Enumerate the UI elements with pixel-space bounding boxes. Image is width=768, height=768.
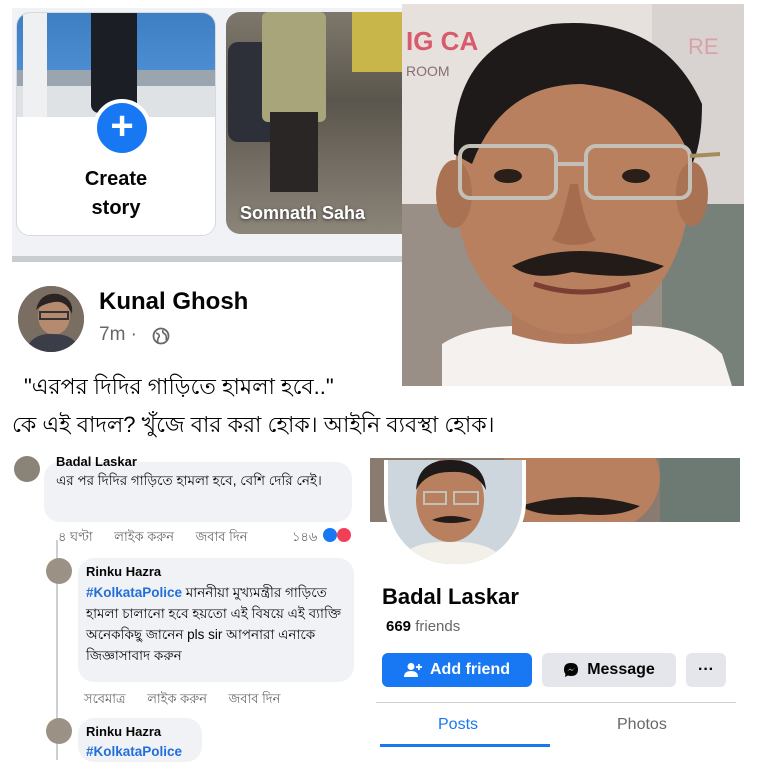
comment-bubble: Badal Laskar এর পর দিদির গাড়িতে হামলা হ… (44, 454, 352, 522)
more-options-button[interactable]: ··· (686, 653, 726, 687)
add-person-icon (404, 663, 422, 677)
comment-actions: সবেমাত্র লাইক করুন জবাব দিন (84, 690, 280, 711)
comment-text: এর পর দিদির গাড়িতে হামলা হবে, বেশি দেরি… (56, 473, 322, 488)
story-photo-legs (270, 112, 318, 192)
add-friend-button[interactable]: Add friend (382, 653, 532, 687)
more-dots-icon: ··· (698, 661, 714, 678)
hashtag-link[interactable]: #KolkataPolice (86, 585, 182, 600)
globe-icon (152, 327, 170, 345)
profile-tabs-divider (376, 702, 736, 703)
avatar[interactable] (18, 286, 84, 352)
sign-text-2: ROOM (406, 63, 450, 79)
create-story-label-line1: Create (84, 168, 148, 190)
create-story-photo-pillar (23, 13, 47, 117)
friends-number: 669 (386, 618, 412, 635)
comment-author[interactable]: Badal Laskar (56, 454, 137, 469)
add-friend-label: Add friend (430, 661, 510, 678)
message-button[interactable]: Message (542, 653, 676, 687)
commenter-avatar[interactable] (46, 718, 72, 744)
comment-time[interactable]: সবেমাত্র (84, 691, 126, 706)
friends-label: friends (411, 618, 461, 635)
commenter-avatar[interactable] (46, 558, 72, 584)
comment-author[interactable]: Rinku Hazra (86, 564, 161, 579)
message-label: Message (587, 661, 655, 678)
messenger-icon (564, 663, 579, 677)
post-headline-question: কে এই বাদল? খুঁজে বার করা হোক। আইনি ব্যব… (12, 412, 495, 437)
create-story-card[interactable]: + Create story (16, 12, 216, 236)
portrait-photo: IG CA ROOM RE (402, 4, 744, 386)
active-tab-indicator (380, 744, 550, 747)
plus-icon[interactable]: + (93, 99, 151, 157)
post-headline-quote: "এরপর দিদির গাড়িতে হামলা হবে.." (24, 374, 334, 399)
story-photo-person (262, 12, 326, 122)
comment-bubble: Rinku Hazra #KolkataPolice মাননীয়া মুখ্… (78, 558, 354, 682)
create-story-label-line2: story (91, 197, 141, 219)
avatar-image (18, 286, 84, 352)
commenter-avatar[interactable] (14, 456, 40, 482)
comment-actions: ৪ ঘণ্টা লাইক করুন জবাব দিন (58, 528, 247, 549)
reaction-icons (323, 528, 351, 542)
tab-photos[interactable]: Photos (617, 716, 667, 734)
story-card-somnath[interactable]: Somnath Saha (226, 12, 402, 234)
reaction-count[interactable]: ১৪৬ (292, 528, 317, 549)
reply-button[interactable]: জবাব দিন (196, 529, 248, 544)
portrait-illustration: IG CA ROOM RE (402, 4, 744, 386)
profile-picture-image (388, 460, 522, 564)
comment-bubble: Rinku Hazra #KolkataPolice (78, 718, 202, 762)
post-timestamp[interactable]: 7m · (99, 324, 137, 346)
create-story-photo-figure (91, 13, 137, 113)
hashtag-link[interactable]: #KolkataPolice (86, 744, 182, 759)
comment-text: #KolkataPolice মাননীয়া মুখ্যমন্ত্রীর গা… (86, 582, 352, 666)
sign-text-3: RE (688, 34, 719, 59)
sign-text-1: IG CA (406, 26, 478, 56)
comment-author[interactable]: Rinku Hazra (86, 724, 161, 739)
profile-name: Badal Laskar (382, 584, 519, 609)
story-photo-poster (352, 12, 402, 72)
like-button[interactable]: লাইক করুন (147, 691, 207, 706)
like-button[interactable]: লাইক করুন (114, 529, 174, 544)
create-story-label: Create story (17, 165, 215, 223)
post-author-name[interactable]: Kunal Ghosh (99, 288, 248, 316)
reply-button[interactable]: জবাব দিন (229, 691, 281, 706)
friends-count[interactable]: 669 friends (386, 618, 460, 635)
comment-time[interactable]: ৪ ঘণ্টা (58, 529, 93, 544)
story-owner-name: Somnath Saha (240, 203, 366, 223)
tab-posts[interactable]: Posts (438, 716, 478, 734)
